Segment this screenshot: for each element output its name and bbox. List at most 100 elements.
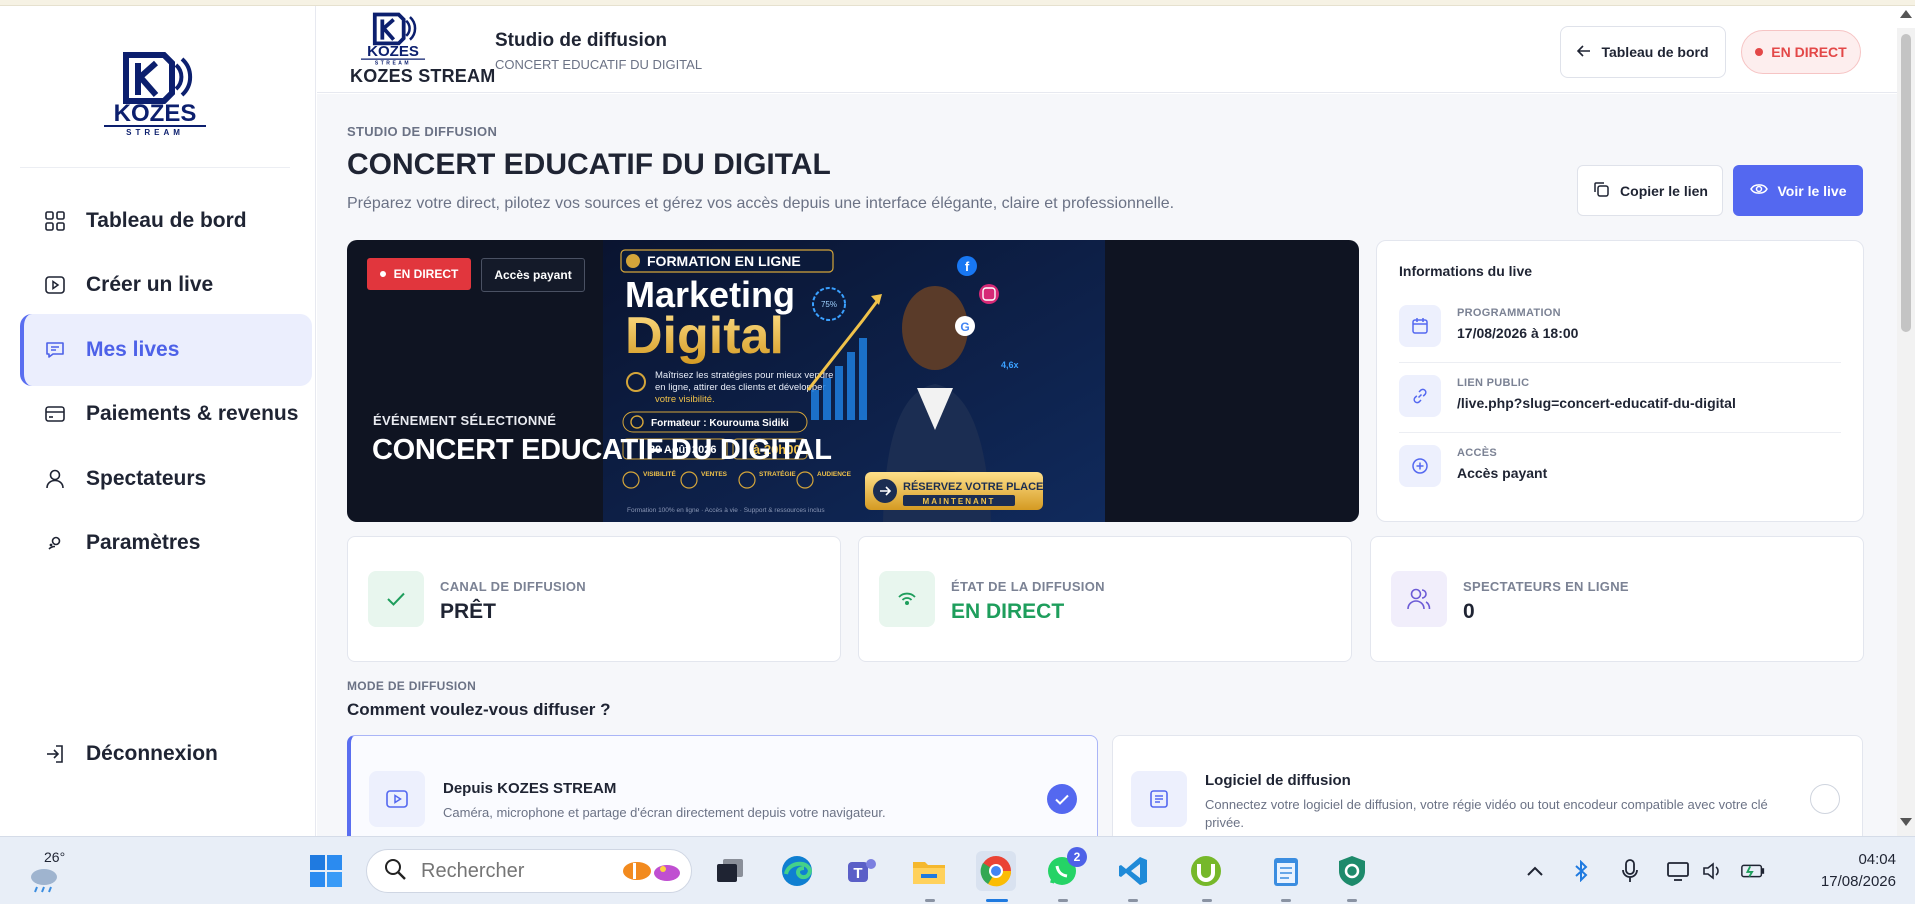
sidebar-item-create-live[interactable]: Créer un live <box>20 249 312 321</box>
mode-kicker: MODE DE DIFFUSION <box>347 679 477 693</box>
mode-option-kozes[interactable]: Depuis KOZES STREAM Caméra, microphone e… <box>347 735 1098 845</box>
arrow-left-icon <box>1577 44 1591 60</box>
svg-text:MAINTENANT: MAINTENANT <box>923 497 996 506</box>
edge-browser-icon[interactable] <box>777 851 817 891</box>
weather-widget[interactable]: 26° <box>24 849 74 895</box>
kozes-logo-icon: KOZES STREAM <box>104 51 206 137</box>
info-row-access: ACCÈS Accès payant <box>1399 433 1841 503</box>
svg-text:G: G <box>960 320 969 334</box>
sidebar-item-label: Spectateurs <box>86 467 207 490</box>
network-icon[interactable] <box>1665 857 1691 885</box>
windows-start-icon[interactable] <box>306 851 346 891</box>
svg-text:4,6x: 4,6x <box>1001 360 1019 370</box>
microphone-icon[interactable] <box>1617 857 1643 885</box>
clock-time: 04:04 <box>1858 851 1896 868</box>
back-to-dashboard-button[interactable]: Tableau de bord <box>1560 26 1726 78</box>
svg-text:f: f <box>965 259 970 274</box>
live-badge: EN DIRECT <box>367 258 471 290</box>
page-kicker: STUDIO DE DIFFUSION <box>347 124 498 139</box>
scroll-up-icon[interactable] <box>1900 10 1912 18</box>
system-clock[interactable]: 04:04 17/08/2026 <box>1786 849 1896 893</box>
vscode-icon[interactable] <box>1113 851 1153 891</box>
radio-unselected[interactable] <box>1810 784 1840 814</box>
scroll-down-icon[interactable] <box>1900 818 1912 826</box>
live-dot-icon <box>1755 48 1764 56</box>
mode-option-desc: Caméra, microphone et partage d'écran di… <box>443 805 886 820</box>
public-link-value[interactable]: /live.php?slug=concert-educatif-du-digit… <box>1457 395 1736 411</box>
check-icon <box>368 571 424 627</box>
sidebar-item-dashboard[interactable]: Tableau de bord <box>20 185 312 257</box>
utorrent-icon[interactable] <box>1186 851 1226 891</box>
cloud-rain-icon <box>31 869 57 893</box>
search-input[interactable] <box>421 859 601 883</box>
selected-check-icon[interactable] <box>1047 784 1077 814</box>
chrome-icon[interactable] <box>976 851 1016 891</box>
vpn-shield-icon[interactable] <box>1332 851 1372 891</box>
logout-button[interactable]: Déconnexion <box>20 718 312 790</box>
copy-link-button[interactable]: Copier le lien <box>1577 165 1723 216</box>
top-header: KOZES STREAM KOZES STREAM Studio de diff… <box>317 6 1897 93</box>
windows-taskbar: 26° T 2 <box>0 836 1915 904</box>
page-scrollbar[interactable] <box>1897 28 1915 836</box>
file-explorer-icon[interactable] <box>909 851 949 891</box>
svg-text:votre visibilité.: votre visibilité. <box>655 394 715 405</box>
taskbar-search[interactable] <box>366 849 692 893</box>
chat-square-icon <box>44 339 66 361</box>
sidebar-item-label: Créer un live <box>86 273 214 296</box>
sidebar-item-spectators[interactable]: Spectateurs <box>20 443 312 515</box>
mode-option-desc: Connectez votre logiciel de diffusion, v… <box>1205 797 1768 830</box>
sidebar-item-label: Tableau de bord <box>86 209 247 232</box>
sidebar-item-payments[interactable]: Paiements & revenus <box>20 378 312 450</box>
page-description: Préparez votre direct, pilotez vos sourc… <box>347 195 1175 212</box>
copy-link-label: Copier le lien <box>1620 182 1708 199</box>
sidebar-item-label: Mes lives <box>86 338 180 361</box>
bluetooth-icon[interactable] <box>1568 857 1594 885</box>
sidebar-item-label: Paiements & revenus <box>86 402 299 425</box>
volume-icon[interactable] <box>1700 857 1726 885</box>
view-live-button[interactable]: Voir le live <box>1733 165 1863 216</box>
battery-charging-icon[interactable] <box>1740 857 1766 885</box>
running-indicator <box>1058 899 1068 902</box>
view-live-label: Voir le live <box>1777 182 1847 199</box>
info-key: LIEN PUBLIC <box>1457 377 1530 389</box>
card-icon <box>44 403 66 425</box>
play-square-icon <box>44 274 66 296</box>
stat-value: PRÊT <box>440 600 497 623</box>
task-view-icon[interactable] <box>710 851 750 891</box>
info-value: Accès payant <box>1457 465 1548 481</box>
broadcast-icon <box>879 571 935 627</box>
poster-image: FORMATION EN LIGNE Marketing Digital Maî… <box>603 240 1105 522</box>
svg-text:Formation 100% en ligne · Accè: Formation 100% en ligne · Accès à vie · … <box>627 507 825 514</box>
teams-icon[interactable]: T <box>842 851 882 891</box>
back-label: Tableau de bord <box>1601 44 1709 60</box>
svg-text:T: T <box>853 865 862 882</box>
svg-text:VISIBILITÉ: VISIBILITÉ <box>643 469 677 478</box>
stat-card-broadcast-state: ÉTAT DE LA DIFFUSION EN DIRECT <box>858 536 1352 662</box>
mode-title: Comment voulez-vous diffuser ? <box>347 700 611 719</box>
logout-label: Déconnexion <box>86 742 218 765</box>
live-status-pill: EN DIRECT <box>1741 30 1861 74</box>
plus-circle-icon <box>1399 445 1441 487</box>
sidebar-item-my-lives[interactable]: Mes lives <box>20 314 312 386</box>
sidebar-item-settings[interactable]: Paramètres <box>20 507 312 579</box>
settings-icon <box>44 532 66 554</box>
live-dot-icon <box>379 271 386 277</box>
mode-option-software[interactable]: Logiciel de diffusion Connectez votre lo… <box>1112 735 1863 845</box>
mode-option-title: Logiciel de diffusion <box>1205 772 1351 789</box>
chevron-up-icon[interactable] <box>1522 857 1548 885</box>
info-row-public-link: LIEN PUBLIC /live.php?slug=concert-educa… <box>1399 363 1841 433</box>
kozes-logo-icon: KOZES STREAM <box>360 12 426 67</box>
sidebar-item-label: Paramètres <box>86 531 201 554</box>
svg-text:FORMATION EN LIGNE: FORMATION EN LIGNE <box>647 253 801 269</box>
sidebar-logo[interactable]: KOZES STREAM <box>20 20 290 168</box>
hero-title: CONCERT EDUCATIF DU DIGITAL <box>372 434 832 466</box>
running-indicator <box>1202 899 1212 902</box>
stat-label: ÉTAT DE LA DIFFUSION <box>951 579 1105 594</box>
clock-date: 17/08/2026 <box>1820 873 1896 890</box>
stat-value: 0 <box>1463 600 1475 623</box>
scrollbar-thumb[interactable] <box>1901 34 1911 332</box>
event-poster: FORMATION EN LIGNE Marketing Digital Maî… <box>603 240 1105 522</box>
notepad-icon[interactable] <box>1266 851 1306 891</box>
temperature: 26° <box>44 849 66 865</box>
svg-text:Maîtrisez les stratégies pour: Maîtrisez les stratégies pour mieux vend… <box>655 370 833 381</box>
